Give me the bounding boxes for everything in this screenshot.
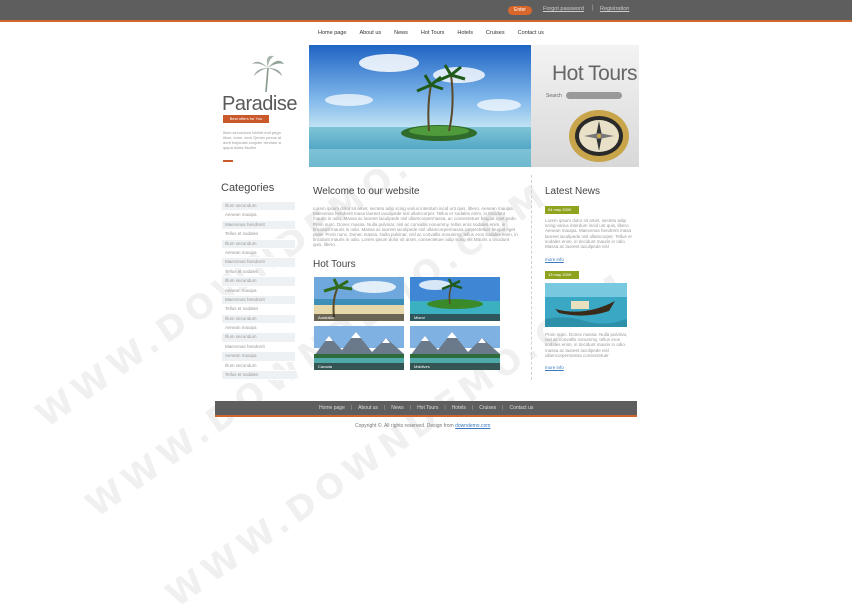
category-item[interactable]: Tellus et sodales (222, 268, 295, 278)
hero-banner-image (309, 45, 531, 167)
category-item[interactable]: Maecenas hendrerit (222, 220, 295, 231)
news-text: Proin nunc. Donec massa. Nulla pulvinar,… (545, 332, 628, 358)
tour-card-canada[interactable]: Canada (314, 326, 404, 370)
nav-hot-tours[interactable]: Hot Tours (421, 30, 444, 36)
forgot-password-link[interactable]: Forgot password (543, 6, 584, 12)
tour-card-australia[interactable]: Australia (314, 277, 404, 321)
top-login-bar (0, 0, 852, 22)
search-label: Search (546, 93, 562, 99)
footer-nav-hot-tours[interactable]: Hot Tours (417, 405, 438, 411)
category-item[interactable]: Maecenas hendrerit (222, 295, 295, 306)
footer-separator: | (383, 405, 386, 411)
nav-about[interactable]: About us (359, 30, 381, 36)
more-info-link[interactable]: more info (545, 257, 564, 262)
site-logo[interactable]: Paradise (222, 93, 297, 116)
column-divider (531, 175, 532, 380)
tagline-badge: Best offers for You (223, 115, 269, 123)
footer-separator: | (409, 405, 412, 411)
compass-icon (569, 110, 629, 162)
category-item[interactable]: Illum secundum (222, 362, 295, 372)
category-item[interactable]: Aenean mauipa (222, 324, 295, 334)
footer-nav-about[interactable]: About us (358, 405, 378, 411)
more-info-link[interactable]: more info (545, 365, 564, 370)
tour-caption: Canada (314, 363, 404, 370)
tour-caption: Maldives (410, 363, 500, 370)
welcome-text: Lorem ipsum dolor sit amet, sectetu adip… (313, 206, 518, 248)
category-item[interactable]: Aenean mauipa (222, 249, 295, 259)
nav-news[interactable]: News (394, 30, 408, 36)
category-item[interactable]: Tellus et sodales (222, 305, 295, 315)
category-item[interactable]: Maecenas hendrerit (222, 343, 295, 353)
latest-news-title: Latest News (545, 186, 601, 197)
category-item[interactable]: Illum secundum (222, 239, 295, 249)
hot-tours-heading: Hot Tours (313, 259, 356, 270)
footer-nav-hotels[interactable]: Hotels (452, 405, 466, 411)
news-text: Lorem ipsum dolor sit amet, sectetu adip… (545, 218, 632, 250)
footer-separator: | (502, 405, 504, 411)
boat-image (545, 283, 627, 327)
copyright-text: Copyright ©. All rights reserved. Design… (355, 423, 490, 429)
category-item[interactable]: Illum secundum (222, 277, 295, 287)
tour-caption: Miami (410, 314, 500, 321)
footer-nav-news[interactable]: News (391, 405, 404, 411)
category-item[interactable]: Tellus et sodales (222, 371, 295, 381)
welcome-title: Welcome to our website (313, 186, 420, 197)
category-item[interactable]: Illum secundum (222, 202, 295, 212)
copyright-prefix: Copyright ©. All rights reserved. Design… (355, 423, 456, 429)
nav-cruises[interactable]: Cruises (486, 30, 505, 36)
category-item[interactable]: Maecenas hendrerit (222, 258, 295, 268)
search-input[interactable] (566, 92, 622, 99)
category-item[interactable]: Aenean mauipa (222, 287, 295, 296)
footer-nav-contact[interactable]: Contact us (509, 405, 533, 411)
footer-separator: | (444, 405, 446, 411)
palm-tree-icon (252, 55, 284, 92)
categories-title: Categories (221, 182, 275, 194)
category-item[interactable]: Illum secundum (222, 314, 295, 325)
category-item[interactable]: Illum secundum (222, 333, 295, 343)
category-item[interactable]: Tellus et sodales (222, 230, 295, 240)
footer-separator: | (471, 405, 474, 411)
tour-caption: Australia (314, 314, 404, 321)
footer-separator: | (350, 405, 353, 411)
footer-nav-cruises[interactable]: Cruises (479, 405, 496, 411)
brand-description: Illum secundum lobbtrt enit pego illum, … (223, 130, 282, 150)
nav-home[interactable]: Home page (318, 30, 346, 36)
enter-button[interactable]: Enter (508, 6, 532, 15)
news-date-badge: 13 may 2009 (545, 271, 579, 279)
accent-divider (223, 160, 233, 162)
category-item[interactable]: Aenean mauipa (222, 211, 295, 221)
tour-card-miami[interactable]: Miami (410, 277, 500, 321)
news-date-badge: 04 may 2009 (545, 206, 579, 214)
topbar-separator: | (592, 5, 594, 11)
footer-nav: Home page | About us | News | Hot Tours | Ho… (319, 405, 533, 411)
registration-link[interactable]: Registration (600, 6, 629, 12)
nav-hotels[interactable]: Hotels (457, 30, 473, 36)
nav-contact[interactable]: Contact us (518, 30, 544, 36)
tour-card-maldives[interactable]: Maldives (410, 326, 500, 370)
design-credit-link[interactable]: downdemo.com (455, 423, 490, 429)
hot-tours-title: Hot Tours (552, 62, 638, 85)
footer-nav-home[interactable]: Home page (319, 405, 345, 411)
category-item[interactable]: Aenean mauipa (222, 352, 295, 362)
main-nav: Home page About us News Hot Tours Hotels… (318, 30, 557, 36)
categories-list: Illum secundum Aenean mauipa Maecenas he… (222, 202, 295, 381)
